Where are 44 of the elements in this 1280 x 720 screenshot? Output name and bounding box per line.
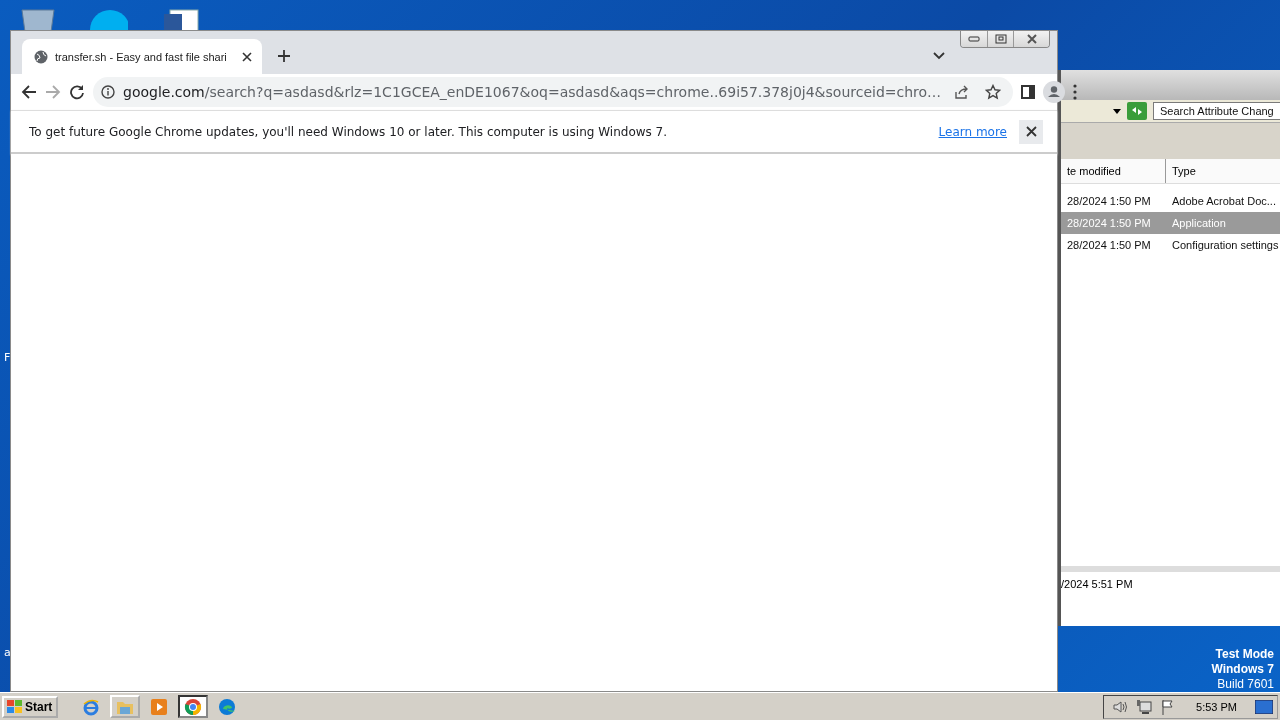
info-icon[interactable] bbox=[101, 85, 115, 99]
column-header[interactable]: Type bbox=[1166, 159, 1280, 183]
document-icon[interactable] bbox=[162, 6, 202, 32]
edge-icon bbox=[218, 697, 237, 716]
refresh-icon[interactable] bbox=[1127, 102, 1147, 120]
speaker-icon[interactable] bbox=[1112, 698, 1129, 715]
dropdown-caret-icon[interactable] bbox=[1113, 108, 1121, 114]
date-text: /2024 5:51 PM bbox=[1061, 578, 1133, 590]
column-header[interactable]: te modified bbox=[1061, 159, 1166, 183]
close-infobar-button[interactable] bbox=[1019, 119, 1043, 144]
system-info-text: Build 7601 bbox=[1217, 677, 1274, 692]
learn-more-link[interactable]: Learn more bbox=[938, 124, 1007, 139]
search-field[interactable]: Search Attribute Chang bbox=[1153, 102, 1280, 120]
address-bar[interactable]: google.com/search?q=asdasd&rlz=1C1GCEA_enDE1067&oq=asdasd&aqs=chrome..69i57.378j0j4&sourceid=chro… bbox=[93, 77, 1014, 107]
close-icon bbox=[1025, 126, 1037, 137]
close-icon bbox=[1025, 34, 1038, 44]
desktop-icon-label: a bbox=[4, 646, 11, 659]
restore-button[interactable] bbox=[987, 31, 1013, 47]
restore-icon bbox=[994, 34, 1007, 44]
file-row[interactable]: 28/2024 1:50 PM Adobe Acrobat Doc... bbox=[1061, 190, 1280, 212]
plus-icon bbox=[277, 49, 291, 63]
taskbar-app-button[interactable] bbox=[178, 695, 209, 718]
file-row[interactable]: 28/2024 1:50 PM Configuration settings bbox=[1061, 234, 1280, 256]
windows-logo-icon bbox=[7, 699, 23, 714]
share-icon bbox=[953, 84, 970, 100]
profile-button[interactable] bbox=[1043, 80, 1066, 104]
globe-icon bbox=[34, 49, 48, 64]
desktop-icon-label: F bbox=[4, 351, 11, 364]
close-icon[interactable] bbox=[242, 51, 252, 62]
system-info-text: Windows 7 bbox=[1211, 662, 1274, 677]
minimize-button[interactable] bbox=[961, 31, 987, 47]
clock[interactable]: 5:53 PM bbox=[1196, 700, 1237, 713]
show-desktop-icon[interactable] bbox=[1255, 699, 1273, 714]
start-button[interactable]: Start bbox=[2, 695, 59, 718]
minimize-icon bbox=[968, 36, 980, 42]
browser-e-icon bbox=[82, 697, 101, 716]
infobar-message: To get future Google Chrome updates, you'll need Windows 10 or later. This computer is using Windows 7. bbox=[29, 124, 669, 139]
chevron-down-icon bbox=[933, 52, 945, 60]
chrome-icon bbox=[184, 697, 203, 716]
system-info-text: Test Mode bbox=[1215, 647, 1274, 662]
browser-tab[interactable]: transfer.sh - Easy and fast file shari bbox=[22, 39, 262, 74]
network-icon[interactable] bbox=[1136, 698, 1153, 715]
close-window-button[interactable] bbox=[1013, 31, 1049, 47]
media-player-icon bbox=[151, 698, 168, 715]
